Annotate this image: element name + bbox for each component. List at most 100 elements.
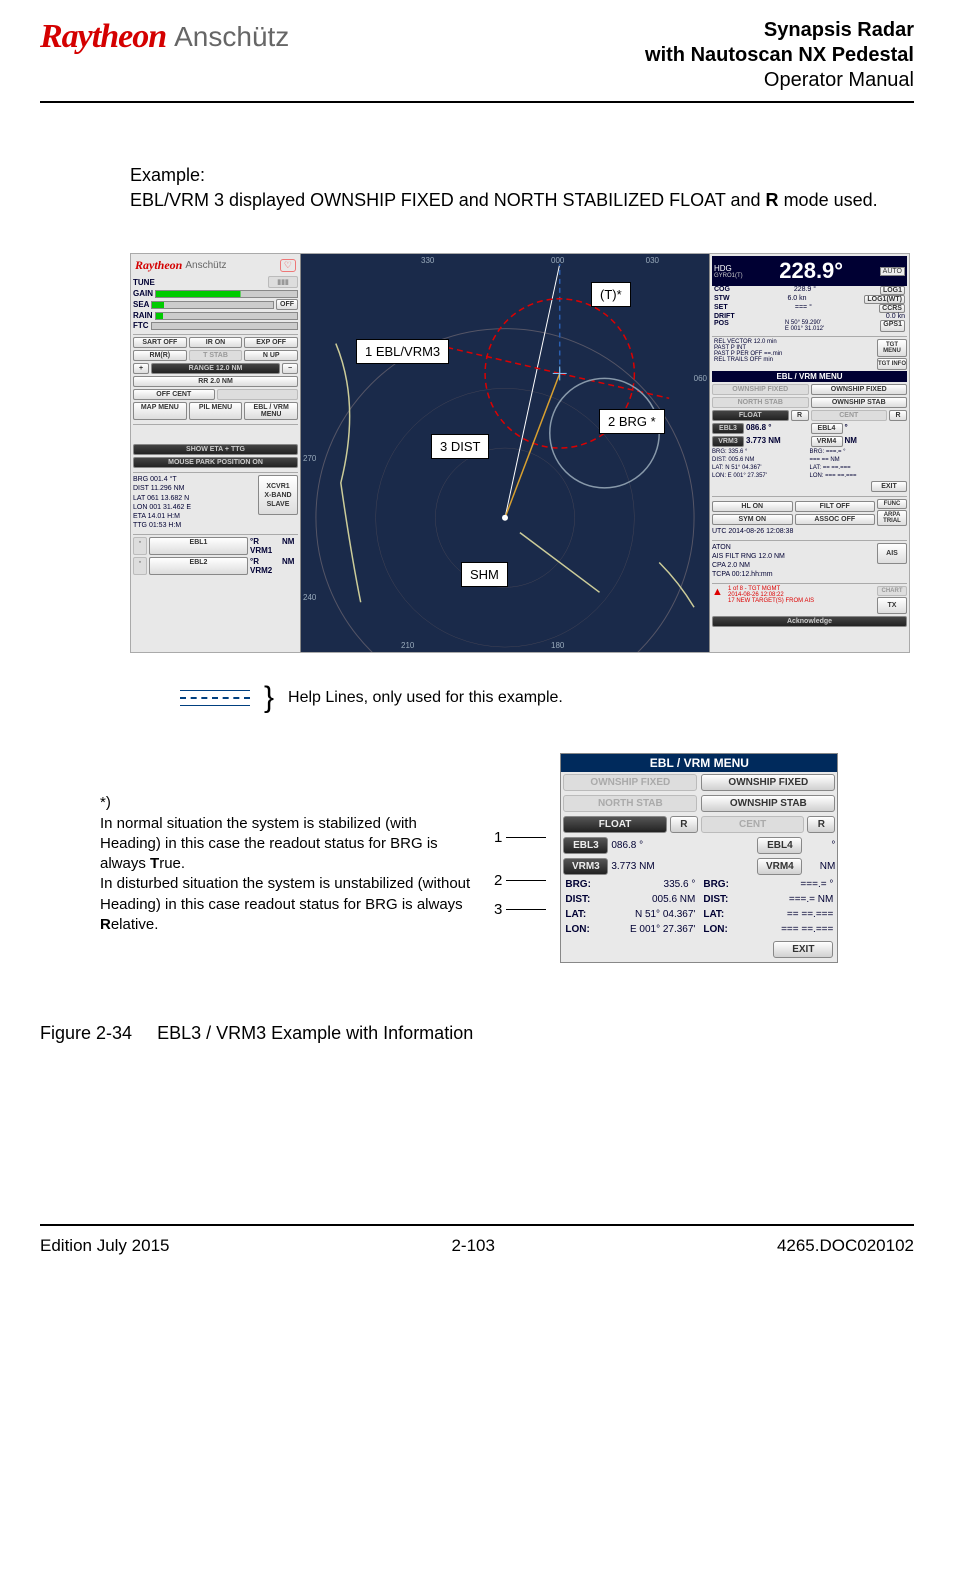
footer-left: Edition July 2015	[40, 1236, 169, 1256]
lat-l: LAT: N 51° 04.367'	[712, 465, 810, 473]
vrm3-button[interactable]: VRM3	[712, 436, 744, 447]
n-up-button[interactable]: N UP	[244, 350, 298, 361]
radar-logo-brand: Raytheon	[135, 258, 182, 273]
range-minus-button[interactable]: −	[282, 363, 298, 374]
cent-button[interactable]: CENT	[811, 410, 888, 421]
lat-r-k: LAT:	[703, 909, 724, 920]
ir-on-button[interactable]: IR ON	[189, 337, 243, 348]
ebl-vrm-menu-header: EBL / VRM MENU	[712, 371, 907, 382]
r-2b[interactable]: R	[807, 816, 835, 833]
page-footer: Edition July 2015 2-103 4265.DOC020102	[40, 1224, 914, 1256]
ftc-bar[interactable]	[151, 322, 298, 330]
tgt-menu-button[interactable]: TGT MENU	[877, 339, 907, 357]
title-line-2: with Nautoscan NX Pedestal	[645, 43, 914, 68]
info-brg: BRG 001.4 °T	[133, 475, 254, 484]
ebl4-button[interactable]: EBL4	[811, 423, 843, 434]
assoc-off-button[interactable]: ASSOC OFF	[795, 514, 876, 525]
ppi-svg	[301, 254, 709, 652]
ownship-fixed-2[interactable]: OWNSHIP FIXED	[701, 774, 835, 791]
vrm4-button[interactable]: VRM4	[811, 436, 843, 447]
arpa-trial-button[interactable]: ARPA TRIAL	[877, 510, 907, 526]
vrm3-2[interactable]: VRM3	[563, 858, 608, 875]
note-p2c: elative.	[111, 916, 159, 933]
legend-text: Help Lines, only used for this example.	[288, 689, 563, 707]
acknowledge-button[interactable]: Acknowledge	[712, 616, 907, 627]
map-menu-button[interactable]: MAP MENU	[133, 402, 187, 420]
r-button-2[interactable]: R	[889, 410, 907, 421]
ebl3-2[interactable]: EBL3	[563, 837, 608, 854]
sym-on-button[interactable]: SYM ON	[712, 514, 793, 525]
dashed-line-icon	[180, 697, 250, 699]
rm-r-button[interactable]: RM(R)	[133, 350, 187, 361]
ccrs-button[interactable]: CCRS	[879, 304, 905, 313]
ownship-fixed-dis[interactable]: OWNSHIP FIXED	[712, 384, 809, 395]
heart-icon[interactable]: ♡	[280, 259, 296, 272]
vrm4-2[interactable]: VRM4	[757, 858, 802, 875]
auto-button[interactable]: AUTO	[880, 267, 905, 276]
info-dist: DIST 11.296 NM	[133, 484, 254, 493]
solid-line-icon-2	[180, 705, 250, 706]
brg-l-v: 335.6 °	[664, 879, 696, 890]
ebl2-toggle[interactable]: ▪	[133, 557, 147, 575]
ownship-stab-button[interactable]: OWNSHIP STAB	[811, 397, 908, 408]
mouse-park-button[interactable]: MOUSE PARK POSITION ON	[133, 457, 298, 468]
callout-eblvrm3: 1 EBL/VRM3	[356, 339, 449, 364]
tgt-info-button[interactable]: TGT INFO	[877, 358, 907, 370]
aton-label: ATON	[712, 543, 875, 552]
ftc-label: FTC	[133, 321, 149, 330]
ebl3-button[interactable]: EBL3	[712, 423, 744, 434]
radar-ppi[interactable]: 330 000 030 060 270 240 210 180 (T)* 1 E…	[301, 254, 709, 652]
ebl-vrm-menu-button[interactable]: EBL / VRM MENU	[244, 402, 298, 420]
alarm-icon: ▲	[712, 586, 726, 614]
ais-button[interactable]: AIS	[877, 543, 907, 564]
ebl1-toggle[interactable]: ▪	[133, 537, 147, 555]
func-button[interactable]: FUNC	[877, 499, 907, 509]
tstab-button[interactable]: T STAB	[189, 350, 243, 361]
note-p1b: T	[150, 855, 159, 872]
rr-button[interactable]: RR 2.0 NM	[133, 376, 298, 387]
log1wt-button[interactable]: LOG1(WT)	[864, 295, 905, 304]
gps1-button[interactable]: GPS1	[880, 320, 905, 332]
exit-button[interactable]: EXIT	[871, 481, 907, 492]
ebl1-button[interactable]: EBL1	[149, 537, 248, 555]
logo-brand: Raytheon	[40, 18, 166, 56]
r-2a[interactable]: R	[670, 816, 698, 833]
lat-l-v: N 51° 04.367'	[635, 909, 695, 920]
range-display[interactable]: RANGE 12.0 NM	[151, 363, 280, 374]
ebl2-button[interactable]: EBL2	[149, 557, 248, 575]
ebl4-2[interactable]: EBL4	[757, 837, 802, 854]
log1-button[interactable]: LOG1	[880, 286, 905, 295]
north-stab-dis[interactable]: NORTH STAB	[712, 397, 809, 408]
exit-2[interactable]: EXIT	[773, 941, 833, 958]
show-eta-button[interactable]: SHOW ETA + TTG	[133, 444, 298, 455]
range-plus-button[interactable]: +	[133, 363, 149, 374]
rain-bar[interactable]	[155, 312, 298, 320]
sea-bar[interactable]	[151, 301, 274, 309]
exp-off-button[interactable]: EXP OFF	[244, 337, 298, 348]
cursor-info: BRG 001.4 °T DIST 11.296 NM LAT 061 13.6…	[133, 472, 298, 530]
callout-dist: 3 DIST	[431, 434, 489, 459]
brg-l-k: BRG:	[565, 879, 591, 890]
hl-on-button[interactable]: HL ON	[712, 501, 793, 512]
float-2[interactable]: FLOAT	[563, 816, 667, 833]
cent-2[interactable]: CENT	[701, 816, 805, 833]
lat-r-v: == ==.===	[787, 909, 833, 920]
sea-off-button[interactable]: OFF	[276, 299, 298, 310]
pil-menu-button[interactable]: PIL MENU	[189, 402, 243, 420]
tune-label: TUNE	[133, 278, 155, 287]
ownship-stab-2[interactable]: OWNSHIP STAB	[701, 795, 835, 812]
pos-label: POS	[714, 320, 729, 332]
off-cent-button[interactable]: OFF CENT	[133, 389, 215, 400]
filt-off-button[interactable]: FILT OFF	[795, 501, 876, 512]
pointer-line-3	[506, 909, 546, 910]
r-button-1[interactable]: R	[791, 410, 809, 421]
gain-bar[interactable]	[155, 290, 298, 298]
ownship-fixed-dis-2[interactable]: OWNSHIP FIXED	[563, 774, 697, 791]
float-button[interactable]: FLOAT	[712, 410, 789, 421]
tx-button[interactable]: TX	[877, 597, 907, 614]
sart-off-button[interactable]: SART OFF	[133, 337, 187, 348]
ownship-fixed-button[interactable]: OWNSHIP FIXED	[811, 384, 908, 395]
chart-button[interactable]: CHART	[877, 586, 907, 596]
xcvr-button[interactable]: XCVR1 X-BAND SLAVE	[258, 475, 298, 515]
north-stab-dis-2[interactable]: NORTH STAB	[563, 795, 697, 812]
